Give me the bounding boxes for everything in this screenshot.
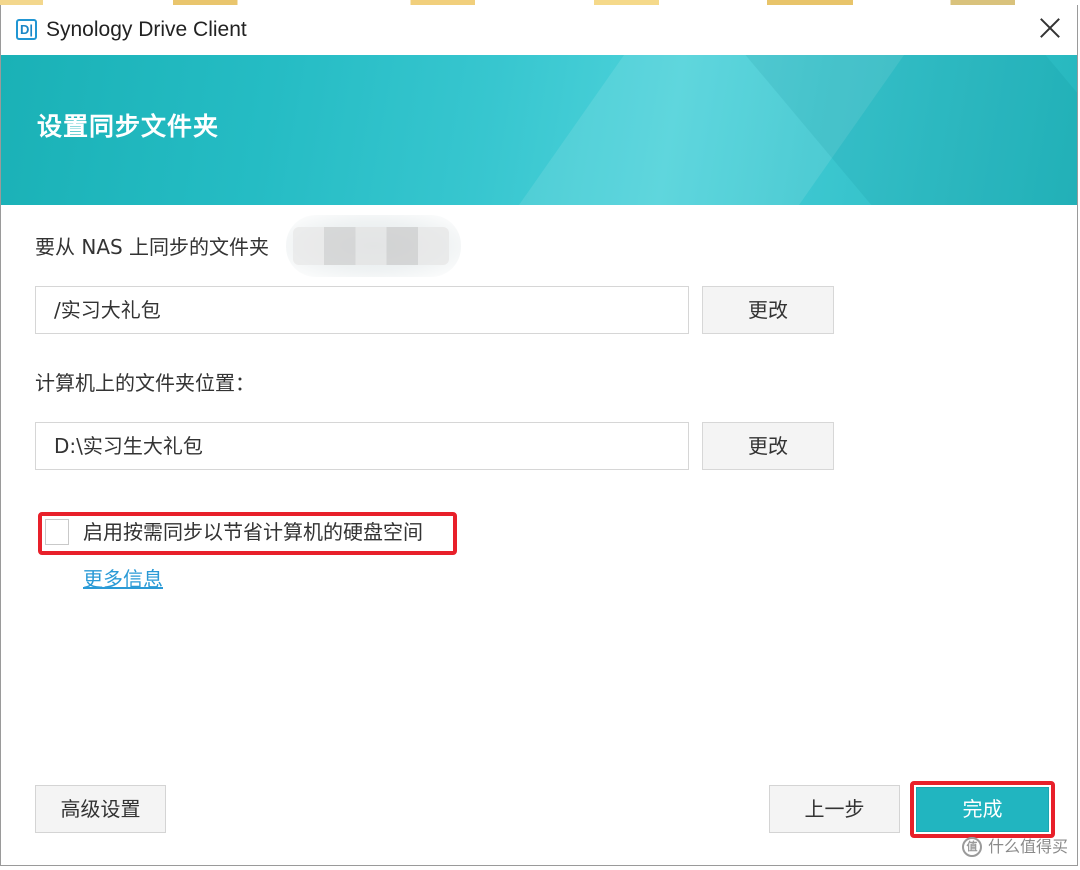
advanced-settings-button[interactable]: 高级设置 — [35, 785, 166, 833]
window-title: Synology Drive Client — [46, 18, 247, 41]
local-folder-path-field[interactable]: D:\实习生大礼包 — [35, 422, 689, 470]
local-folder-label: 计算机上的文件夹位置： — [35, 371, 255, 395]
nas-folder-path-field[interactable]: /实习大礼包 — [35, 286, 689, 334]
finish-button[interactable]: 完成 — [916, 787, 1049, 832]
close-icon[interactable] — [1039, 17, 1061, 39]
on-demand-sync-label[interactable]: 启用按需同步以节省计算机的硬盘空间 — [83, 519, 423, 545]
watermark-logo-icon: 值 — [961, 837, 982, 857]
change-nas-folder-button[interactable]: 更改 — [702, 286, 834, 334]
page-title: 设置同步文件夹 — [37, 112, 220, 141]
change-local-folder-button[interactable]: 更改 — [702, 422, 834, 470]
more-info-link[interactable]: 更多信息 — [83, 566, 163, 592]
title-bar[interactable]: D| Synology Drive Client — [1, 1, 1077, 55]
nas-folder-label: 要从 NAS 上同步的文件夹 — [35, 235, 270, 259]
blurred-region-mosaic — [293, 227, 449, 265]
on-demand-sync-checkbox[interactable] — [45, 519, 69, 545]
previous-step-button[interactable]: 上一步 — [769, 785, 900, 833]
watermark: 值 什么值得买 — [961, 836, 1068, 858]
header-banner: 设置同步文件夹 — [1, 55, 1077, 205]
synology-drive-setup-window: D| Synology Drive Client 设置同步文件夹 要从 NAS … — [0, 0, 1078, 866]
desktop-background-strip — [0, 0, 1080, 5]
watermark-text: 什么值得买 — [987, 837, 1068, 856]
synology-drive-logo-icon: D| — [16, 19, 37, 40]
